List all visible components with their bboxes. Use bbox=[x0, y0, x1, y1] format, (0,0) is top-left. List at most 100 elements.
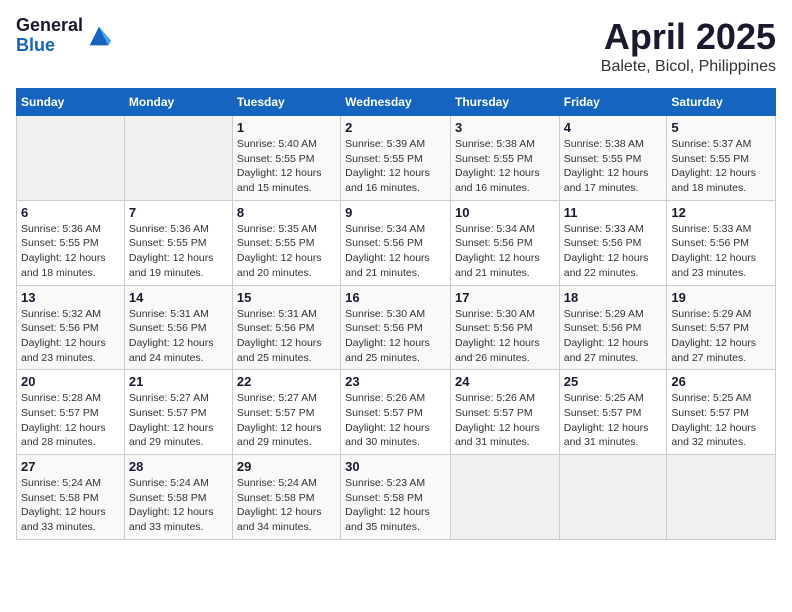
calendar-cell: 24Sunrise: 5:26 AM Sunset: 5:57 PM Dayli… bbox=[450, 370, 559, 455]
day-info: Sunrise: 5:24 AM Sunset: 5:58 PM Dayligh… bbox=[21, 476, 120, 535]
day-info: Sunrise: 5:29 AM Sunset: 5:57 PM Dayligh… bbox=[671, 307, 771, 366]
day-info: Sunrise: 5:25 AM Sunset: 5:57 PM Dayligh… bbox=[671, 391, 771, 450]
logo-general: General bbox=[16, 16, 83, 36]
day-number: 3 bbox=[455, 120, 555, 135]
day-info: Sunrise: 5:36 AM Sunset: 5:55 PM Dayligh… bbox=[129, 222, 228, 281]
calendar-cell: 20 Sunrise: 5:28 AM Sunset: 5:57 PM Dayli… bbox=[17, 370, 125, 455]
day-info: Sunrise: 5:29 AM Sunset: 5:56 PM Dayligh… bbox=[564, 307, 663, 366]
day-number: 16 bbox=[345, 290, 446, 305]
day-info: Sunrise: 5:28 AM Sunset: 5:57 PM Dayligh… bbox=[21, 391, 120, 450]
day-number: 30 bbox=[345, 459, 446, 474]
calendar-cell bbox=[667, 455, 776, 540]
calendar-cell: 25 Sunrise: 5:25 AM Sunset: 5:57 PM Dayli… bbox=[559, 370, 667, 455]
calendar-week-row: 6Sunrise: 5:36 AM Sunset: 5:55 PM Daylig… bbox=[17, 200, 776, 285]
calendar-cell: 1Sunrise: 5:40 AM Sunset: 5:55 PM Daylig… bbox=[232, 116, 340, 201]
calendar-cell: 2 Sunrise: 5:39 AM Sunset: 5:55 PM Daylig… bbox=[341, 116, 451, 201]
day-info: Sunrise: 5:27 AM Sunset: 5:57 PM Dayligh… bbox=[129, 391, 228, 450]
day-info: Sunrise: 5:27 AM Sunset: 5:57 PM Dayligh… bbox=[237, 391, 336, 450]
day-number: 11 bbox=[564, 205, 663, 220]
title-block: April 2025 Balete, Bicol, Philippines bbox=[601, 16, 776, 76]
day-info: Sunrise: 5:37 AM Sunset: 5:55 PM Dayligh… bbox=[671, 137, 771, 196]
page-header: General Blue April 2025 Balete, Bicol, P… bbox=[16, 16, 776, 76]
day-number: 27 bbox=[21, 459, 120, 474]
weekday-header: Saturday bbox=[667, 89, 776, 116]
day-info: Sunrise: 5:24 AM Sunset: 5:58 PM Dayligh… bbox=[237, 476, 336, 535]
page-subtitle: Balete, Bicol, Philippines bbox=[601, 58, 776, 76]
calendar-cell: 11Sunrise: 5:33 AM Sunset: 5:56 PM Dayli… bbox=[559, 200, 667, 285]
day-info: Sunrise: 5:35 AM Sunset: 5:55 PM Dayligh… bbox=[237, 222, 336, 281]
calendar-table: SundayMondayTuesdayWednesdayThursdayFrid… bbox=[16, 88, 776, 540]
calendar-cell: 8Sunrise: 5:35 AM Sunset: 5:55 PM Daylig… bbox=[232, 200, 340, 285]
calendar-week-row: 27 Sunrise: 5:24 AM Sunset: 5:58 PM Dayli… bbox=[17, 455, 776, 540]
day-number: 2 bbox=[345, 120, 446, 135]
day-info: Sunrise: 5:38 AM Sunset: 5:55 PM Dayligh… bbox=[564, 137, 663, 196]
calendar-cell bbox=[124, 116, 232, 201]
calendar-cell: 15 Sunrise: 5:31 AM Sunset: 5:56 PM Dayli… bbox=[232, 285, 340, 370]
calendar-cell: 23 Sunrise: 5:26 AM Sunset: 5:57 PM Dayli… bbox=[341, 370, 451, 455]
calendar-cell: 21Sunrise: 5:27 AM Sunset: 5:57 PM Dayli… bbox=[124, 370, 232, 455]
calendar-cell bbox=[450, 455, 559, 540]
day-info: Sunrise: 5:32 AM Sunset: 5:56 PM Dayligh… bbox=[21, 307, 120, 366]
day-number: 29 bbox=[237, 459, 336, 474]
day-info: Sunrise: 5:38 AM Sunset: 5:55 PM Dayligh… bbox=[455, 137, 555, 196]
day-info: Sunrise: 5:30 AM Sunset: 5:56 PM Dayligh… bbox=[455, 307, 555, 366]
day-number: 28 bbox=[129, 459, 228, 474]
day-number: 25 bbox=[564, 374, 663, 389]
day-info: Sunrise: 5:24 AM Sunset: 5:58 PM Dayligh… bbox=[129, 476, 228, 535]
calendar-cell: 6Sunrise: 5:36 AM Sunset: 5:55 PM Daylig… bbox=[17, 200, 125, 285]
calendar-cell: 12 Sunrise: 5:33 AM Sunset: 5:56 PM Dayli… bbox=[667, 200, 776, 285]
day-info: Sunrise: 5:31 AM Sunset: 5:56 PM Dayligh… bbox=[129, 307, 228, 366]
logo-blue: Blue bbox=[16, 36, 83, 56]
calendar-week-row: 13 Sunrise: 5:32 AM Sunset: 5:56 PM Dayli… bbox=[17, 285, 776, 370]
day-info: Sunrise: 5:36 AM Sunset: 5:55 PM Dayligh… bbox=[21, 222, 120, 281]
weekday-header: Sunday bbox=[17, 89, 125, 116]
day-info: Sunrise: 5:23 AM Sunset: 5:58 PM Dayligh… bbox=[345, 476, 446, 535]
day-number: 5 bbox=[671, 120, 771, 135]
calendar-week-row: 1Sunrise: 5:40 AM Sunset: 5:55 PM Daylig… bbox=[17, 116, 776, 201]
calendar-cell: 29 Sunrise: 5:24 AM Sunset: 5:58 PM Dayli… bbox=[232, 455, 340, 540]
calendar-cell: 22Sunrise: 5:27 AM Sunset: 5:57 PM Dayli… bbox=[232, 370, 340, 455]
day-number: 15 bbox=[237, 290, 336, 305]
day-number: 18 bbox=[564, 290, 663, 305]
calendar-cell: 10Sunrise: 5:34 AM Sunset: 5:56 PM Dayli… bbox=[450, 200, 559, 285]
weekday-header: Thursday bbox=[450, 89, 559, 116]
day-info: Sunrise: 5:30 AM Sunset: 5:56 PM Dayligh… bbox=[345, 307, 446, 366]
calendar-week-row: 20 Sunrise: 5:28 AM Sunset: 5:57 PM Dayli… bbox=[17, 370, 776, 455]
day-info: Sunrise: 5:39 AM Sunset: 5:55 PM Dayligh… bbox=[345, 137, 446, 196]
calendar-cell: 14 Sunrise: 5:31 AM Sunset: 5:56 PM Dayli… bbox=[124, 285, 232, 370]
page-title: April 2025 bbox=[601, 16, 776, 58]
day-info: Sunrise: 5:26 AM Sunset: 5:57 PM Dayligh… bbox=[345, 391, 446, 450]
weekday-header: Tuesday bbox=[232, 89, 340, 116]
calendar-cell: 13 Sunrise: 5:32 AM Sunset: 5:56 PM Dayli… bbox=[17, 285, 125, 370]
day-number: 24 bbox=[455, 374, 555, 389]
calendar-cell: 16 Sunrise: 5:30 AM Sunset: 5:56 PM Dayli… bbox=[341, 285, 451, 370]
day-number: 12 bbox=[671, 205, 771, 220]
day-info: Sunrise: 5:33 AM Sunset: 5:56 PM Dayligh… bbox=[671, 222, 771, 281]
day-info: Sunrise: 5:40 AM Sunset: 5:55 PM Dayligh… bbox=[237, 137, 336, 196]
day-number: 19 bbox=[671, 290, 771, 305]
day-number: 20 bbox=[21, 374, 120, 389]
calendar-cell: 28 Sunrise: 5:24 AM Sunset: 5:58 PM Dayli… bbox=[124, 455, 232, 540]
day-number: 10 bbox=[455, 205, 555, 220]
calendar-cell: 30 Sunrise: 5:23 AM Sunset: 5:58 PM Dayli… bbox=[341, 455, 451, 540]
calendar-cell: 27 Sunrise: 5:24 AM Sunset: 5:58 PM Dayli… bbox=[17, 455, 125, 540]
day-number: 17 bbox=[455, 290, 555, 305]
logo: General Blue bbox=[16, 16, 113, 56]
calendar-cell bbox=[17, 116, 125, 201]
day-info: Sunrise: 5:31 AM Sunset: 5:56 PM Dayligh… bbox=[237, 307, 336, 366]
day-number: 14 bbox=[129, 290, 228, 305]
day-number: 13 bbox=[21, 290, 120, 305]
calendar-cell: 17 Sunrise: 5:30 AM Sunset: 5:56 PM Dayli… bbox=[450, 285, 559, 370]
calendar-cell: 9 Sunrise: 5:34 AM Sunset: 5:56 PM Daylig… bbox=[341, 200, 451, 285]
weekday-header: Wednesday bbox=[341, 89, 451, 116]
day-number: 23 bbox=[345, 374, 446, 389]
day-info: Sunrise: 5:25 AM Sunset: 5:57 PM Dayligh… bbox=[564, 391, 663, 450]
weekday-header-row: SundayMondayTuesdayWednesdayThursdayFrid… bbox=[17, 89, 776, 116]
weekday-header: Friday bbox=[559, 89, 667, 116]
calendar-cell: 7Sunrise: 5:36 AM Sunset: 5:55 PM Daylig… bbox=[124, 200, 232, 285]
calendar-cell: 26 Sunrise: 5:25 AM Sunset: 5:57 PM Dayli… bbox=[667, 370, 776, 455]
calendar-cell: 18 Sunrise: 5:29 AM Sunset: 5:56 PM Dayli… bbox=[559, 285, 667, 370]
day-number: 26 bbox=[671, 374, 771, 389]
day-info: Sunrise: 5:34 AM Sunset: 5:56 PM Dayligh… bbox=[345, 222, 446, 281]
day-number: 9 bbox=[345, 205, 446, 220]
